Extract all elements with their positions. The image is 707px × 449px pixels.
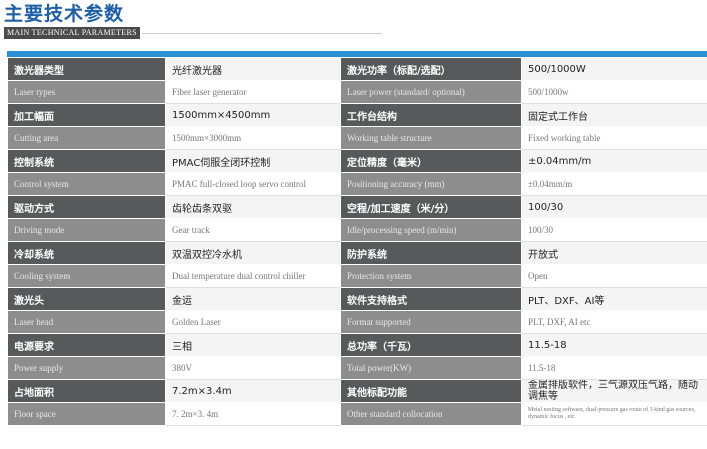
spec-row-cn: 冷却系统 双温双控冷水机 防护系统 开放式 <box>7 241 707 265</box>
spec-table: 激光器类型 光纤激光器 激光功率（标配/选配） 500/1000W Laser type… <box>7 57 707 426</box>
spec-row-en: Cooling system Dual temperature dual cont… <box>7 264 707 288</box>
spec-label-en: Laser types <box>7 80 166 104</box>
spec-label-cn: 其他标配功能 <box>340 379 522 403</box>
header: 主要技术参数 MAIN TECHNICAL PARAMETERS <box>4 2 382 39</box>
spec-row-cn: 电源要求 三相 总功率（千瓦） 11.5-18 <box>7 333 707 357</box>
spec-value-en: Dual temperature dual control chiller <box>165 264 341 288</box>
spec-row-cn: 激光器类型 光纤激光器 激光功率（标配/选配） 500/1000W <box>7 57 707 81</box>
subtitle-bar: MAIN TECHNICAL PARAMETERS <box>4 27 382 39</box>
spec-value-cn: 双温双控冷水机 <box>165 241 341 265</box>
spec-value-en: 7. 2m×3. 4m <box>165 402 341 426</box>
spec-value-en: Fixed working table <box>521 126 707 150</box>
spec-label-en: Control system <box>7 172 166 196</box>
spec-value-en: Fiber laser generator <box>165 80 341 104</box>
spec-label-cn: 激光头 <box>7 287 166 311</box>
spec-row-cn: 控制系统 PMAC伺服全闭环控制 定位精度（毫米） ±0.04mm/m <box>7 149 707 173</box>
spec-label-en: Working table structure <box>340 126 522 150</box>
spec-value-cn: 固定式工作台 <box>521 103 707 127</box>
spec-value-en: 380V <box>165 356 341 380</box>
spec-label-cn: 工作台结构 <box>340 103 522 127</box>
spec-label-en: Format supported <box>340 310 522 334</box>
spec-label-en: Other standard collocation <box>340 402 522 426</box>
page-title: 主要技术参数 <box>4 3 125 25</box>
spec-row-en: Laser head Golden Laser Format supported PL… <box>7 310 707 334</box>
spec-value-en: 500/1000w <box>521 80 707 104</box>
spec-label-cn: 定位精度（毫米） <box>340 149 522 173</box>
spec-value-en: Gear track <box>165 218 341 242</box>
spec-row-en: Laser types Fiber laser generator Laser po… <box>7 80 707 104</box>
spec-value-en: PMAC full-closed loop servo control <box>165 172 341 196</box>
spec-value-cn: 100/30 <box>521 195 707 219</box>
spec-value-cn: 金属排版软件，三气源双压气路，随动调焦等 <box>521 379 707 403</box>
spec-value-cn: 开放式 <box>521 241 707 265</box>
spec-label-en: Cutting area <box>7 126 166 150</box>
spec-label-en: Idle/processing speed (m/min) <box>340 218 522 242</box>
spec-value-cn: 7.2m×3.4m <box>165 379 341 403</box>
spec-label-cn: 控制系统 <box>7 149 166 173</box>
spec-value-en: 100/30 <box>521 218 707 242</box>
spec-label-en: Total power(KW) <box>340 356 522 380</box>
spec-value-cn: 11.5-18 <box>521 333 707 357</box>
page-subtitle: MAIN TECHNICAL PARAMETERS <box>4 27 140 39</box>
spec-label-cn: 激光功率（标配/选配） <box>340 57 522 81</box>
spec-label-cn: 电源要求 <box>7 333 166 357</box>
spec-row-en: Control system PMAC full-closed loop serv… <box>7 172 707 196</box>
spec-value-en: Metal nesting software, dual-pressure ga… <box>521 402 707 426</box>
spec-value-cn: 三相 <box>165 333 341 357</box>
spec-label-cn: 驱动方式 <box>7 195 166 219</box>
spec-value-cn: PLT、DXF、AI等 <box>521 287 707 311</box>
spec-row-cn: 加工幅面 1500mm×4500mm 工作台结构 固定式工作台 <box>7 103 707 127</box>
spec-row-cn: 占地面积 7.2m×3.4m 其他标配功能 金属排版软件，三气源双压气路，随动调焦等 <box>7 379 707 403</box>
subtitle-divider <box>141 32 382 34</box>
spec-label-en: Floor space <box>7 402 166 426</box>
spec-label-cn: 冷却系统 <box>7 241 166 265</box>
spec-value-en: PLT, DXF, AI etc <box>521 310 707 334</box>
spec-label-en: Cooling system <box>7 264 166 288</box>
spec-value-en: ±0.04mm/m <box>521 172 707 196</box>
spec-label-en: Protection system <box>340 264 522 288</box>
spec-row-en: Floor space 7. 2m×3. 4m Other standard col… <box>7 402 707 426</box>
spec-row-en: Power supply 380V Total power(KW) 11.5-18 <box>7 356 707 380</box>
spec-row-en: Cutting area 1500mm×3000mm Working table s… <box>7 126 707 150</box>
spec-value-cn: 金运 <box>165 287 341 311</box>
spec-label-cn: 加工幅面 <box>7 103 166 127</box>
spec-label-cn: 占地面积 <box>7 379 166 403</box>
spec-row-en: Driving mode Gear track Idle/processing sp… <box>7 218 707 242</box>
spec-value-en: 11.5-18 <box>521 356 707 380</box>
spec-value-en: Open <box>521 264 707 288</box>
spec-value-cn: 齿轮齿条双驱 <box>165 195 341 219</box>
spec-label-cn: 软件支持格式 <box>340 287 522 311</box>
spec-value-en: Golden Laser <box>165 310 341 334</box>
spec-label-en: Positioning accuracy (mm) <box>340 172 522 196</box>
spec-value-cn: 光纤激光器 <box>165 57 341 81</box>
spec-value-cn: PMAC伺服全闭环控制 <box>165 149 341 173</box>
spec-label-en: Laser power (standard/ optional) <box>340 80 522 104</box>
spec-value-cn: ±0.04mm/m <box>521 149 707 173</box>
spec-label-en: Laser head <box>7 310 166 334</box>
spec-label-cn: 总功率（千瓦） <box>340 333 522 357</box>
spec-row-cn: 驱动方式 齿轮齿条双驱 空程/加工速度（米/分） 100/30 <box>7 195 707 219</box>
spec-label-cn: 激光器类型 <box>7 57 166 81</box>
spec-row-cn: 激光头 金运 软件支持格式 PLT、DXF、AI等 <box>7 287 707 311</box>
spec-label-en: Driving mode <box>7 218 166 242</box>
spec-value-cn: 500/1000W <box>521 57 707 81</box>
spec-value-en: 1500mm×3000mm <box>165 126 341 150</box>
spec-value-cn: 1500mm×4500mm <box>165 103 341 127</box>
spec-label-en: Power supply <box>7 356 166 380</box>
spec-label-cn: 防护系统 <box>340 241 522 265</box>
spec-label-cn: 空程/加工速度（米/分） <box>340 195 522 219</box>
